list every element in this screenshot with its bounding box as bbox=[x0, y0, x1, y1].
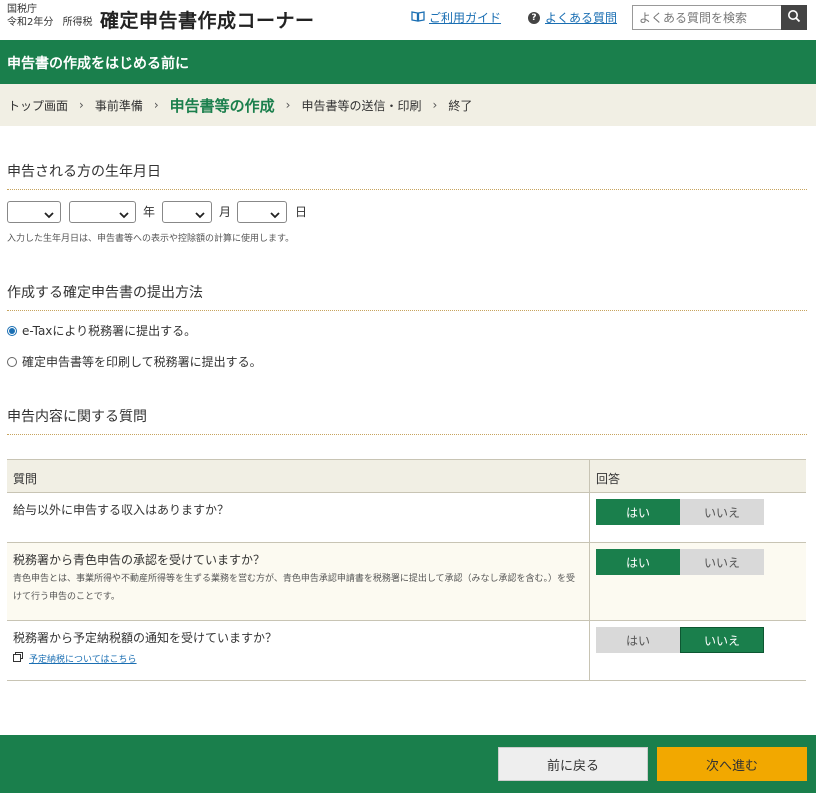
question-label: 税務署から青色申告の承認を受けていますか？ bbox=[13, 553, 266, 567]
answer-cell: はい いいえ bbox=[590, 493, 770, 542]
breadcrumb-top: トップ画面 bbox=[8, 98, 69, 113]
back-button[interactable]: 前に戻る bbox=[498, 747, 648, 781]
prepayment-link-label: 予定納税についてはこちら bbox=[29, 655, 137, 665]
footer-bar: 前に戻る 次へ進む bbox=[0, 735, 816, 793]
chevron-right-icon: › bbox=[153, 98, 159, 112]
chevron-down-icon bbox=[119, 208, 129, 222]
prepayment-link[interactable]: 予定納税についてはこちら bbox=[13, 652, 583, 665]
filing-method-heading: 作成する確定申告書の提出方法 bbox=[7, 282, 807, 311]
chevron-right-icon: › bbox=[432, 98, 438, 112]
search-button[interactable] bbox=[781, 5, 807, 30]
question-description: 青色申告とは、事業所得や不動産所得等を生ずる業務を営む方が、青色申告承認申請書を… bbox=[13, 574, 576, 602]
tax-type: 所得税 bbox=[62, 17, 93, 28]
yes-button[interactable]: はい bbox=[596, 549, 680, 575]
tax-year: 令和2年分 bbox=[7, 17, 54, 28]
yes-button[interactable]: はい bbox=[596, 627, 680, 653]
day-unit: 日 bbox=[295, 205, 308, 219]
month-unit: 月 bbox=[219, 205, 232, 219]
breadcrumb-send-print: 申告書等の送信・印刷 bbox=[301, 98, 422, 113]
radio-selected-icon[interactable] bbox=[7, 325, 17, 336]
questions-heading: 申告内容に関する質問 bbox=[7, 406, 807, 435]
agency-name: 国税庁 bbox=[7, 4, 37, 15]
filing-option-print[interactable]: 確定申告書等を印刷して税務署に提出する。 bbox=[7, 353, 262, 370]
table-header: 質問 回答 bbox=[7, 459, 806, 493]
answer-cell: はい いいえ bbox=[590, 621, 770, 680]
no-button[interactable]: いいえ bbox=[680, 499, 764, 525]
search-input[interactable] bbox=[632, 5, 782, 30]
question-text: 給与以外に申告する収入はありますか？ bbox=[7, 493, 590, 542]
question-icon: ? bbox=[528, 11, 540, 24]
faq-link[interactable]: ? よくある質問 bbox=[528, 9, 617, 26]
book-icon bbox=[411, 10, 425, 25]
filing-option-label: 確定申告書等を印刷して税務署に提出する。 bbox=[22, 355, 262, 369]
chevron-down-icon bbox=[270, 208, 280, 222]
chevron-down-icon bbox=[44, 208, 54, 222]
era-select[interactable] bbox=[7, 201, 61, 223]
col-answer: 回答 bbox=[596, 472, 621, 486]
no-button[interactable]: いいえ bbox=[680, 549, 764, 575]
next-button[interactable]: 次へ進む bbox=[657, 747, 807, 781]
year-unit: 年 bbox=[143, 205, 156, 219]
day-select[interactable] bbox=[237, 201, 287, 223]
chevron-down-icon bbox=[195, 208, 205, 222]
table-row: 税務署から青色申告の承認を受けていますか？ 青色申告とは、事業所得や不動産所得等… bbox=[7, 543, 806, 621]
questions-table: 質問 回答 給与以外に申告する収入はありますか？ はい いいえ 税務署から青色申… bbox=[7, 459, 806, 681]
radio-unselected-icon[interactable] bbox=[7, 356, 17, 367]
table-row: 税務署から予定納税額の通知を受けていますか？ 予定納税についてはこちら はい い… bbox=[7, 621, 806, 681]
month-select[interactable] bbox=[162, 201, 212, 223]
breadcrumb-current: 申告書等の作成 bbox=[169, 96, 275, 115]
agency-block: 国税庁 令和2年分 所得税 bbox=[7, 3, 93, 29]
page-heading: 申告書の作成をはじめる前に bbox=[0, 40, 816, 84]
site-title[interactable]: 確定申告書作成コーナー bbox=[100, 6, 315, 33]
answer-cell: はい いいえ bbox=[590, 543, 770, 620]
chevron-right-icon: › bbox=[79, 98, 84, 112]
question-text: 税務署から青色申告の承認を受けていますか？ 青色申告とは、事業所得や不動産所得等… bbox=[7, 543, 590, 620]
faq-link-label: よくある質問 bbox=[545, 11, 618, 25]
search-icon bbox=[787, 9, 801, 26]
guide-link-label: ご利用ガイド bbox=[429, 11, 502, 25]
yes-button[interactable]: はい bbox=[596, 499, 680, 525]
filing-option-label: e-Taxにより税務署に提出する。 bbox=[22, 324, 197, 338]
question-label: 税務署から予定納税額の通知を受けていますか？ bbox=[13, 631, 278, 645]
year-select[interactable] bbox=[69, 201, 136, 223]
table-row: 給与以外に申告する収入はありますか？ はい いいえ bbox=[7, 493, 806, 543]
question-label: 給与以外に申告する収入はありますか？ bbox=[13, 503, 230, 517]
top-bar: 国税庁 令和2年分 所得税 確定申告書作成コーナー ご利用ガイド ? よくある質… bbox=[0, 0, 816, 40]
breadcrumb: トップ画面 › 事前準備 › 申告書等の作成 › 申告書等の送信・印刷 › 終了 bbox=[0, 84, 816, 126]
filing-option-etax[interactable]: e-Taxにより税務署に提出する。 bbox=[7, 322, 196, 339]
birthdate-heading: 申告される方の生年月日 bbox=[7, 161, 807, 190]
col-question: 質問 bbox=[7, 460, 590, 492]
birthdate-note: 入力した生年月日は、申告書等への表示や控除額の計算に使用します。 bbox=[7, 234, 295, 244]
external-window-icon bbox=[13, 652, 23, 665]
chevron-right-icon: › bbox=[285, 98, 291, 112]
question-text: 税務署から予定納税額の通知を受けていますか？ 予定納税についてはこちら bbox=[7, 621, 590, 680]
no-button[interactable]: いいえ bbox=[680, 627, 764, 653]
guide-link[interactable]: ご利用ガイド bbox=[411, 9, 501, 26]
breadcrumb-end: 終了 bbox=[448, 98, 473, 113]
breadcrumb-prep: 事前準備 bbox=[94, 98, 143, 113]
